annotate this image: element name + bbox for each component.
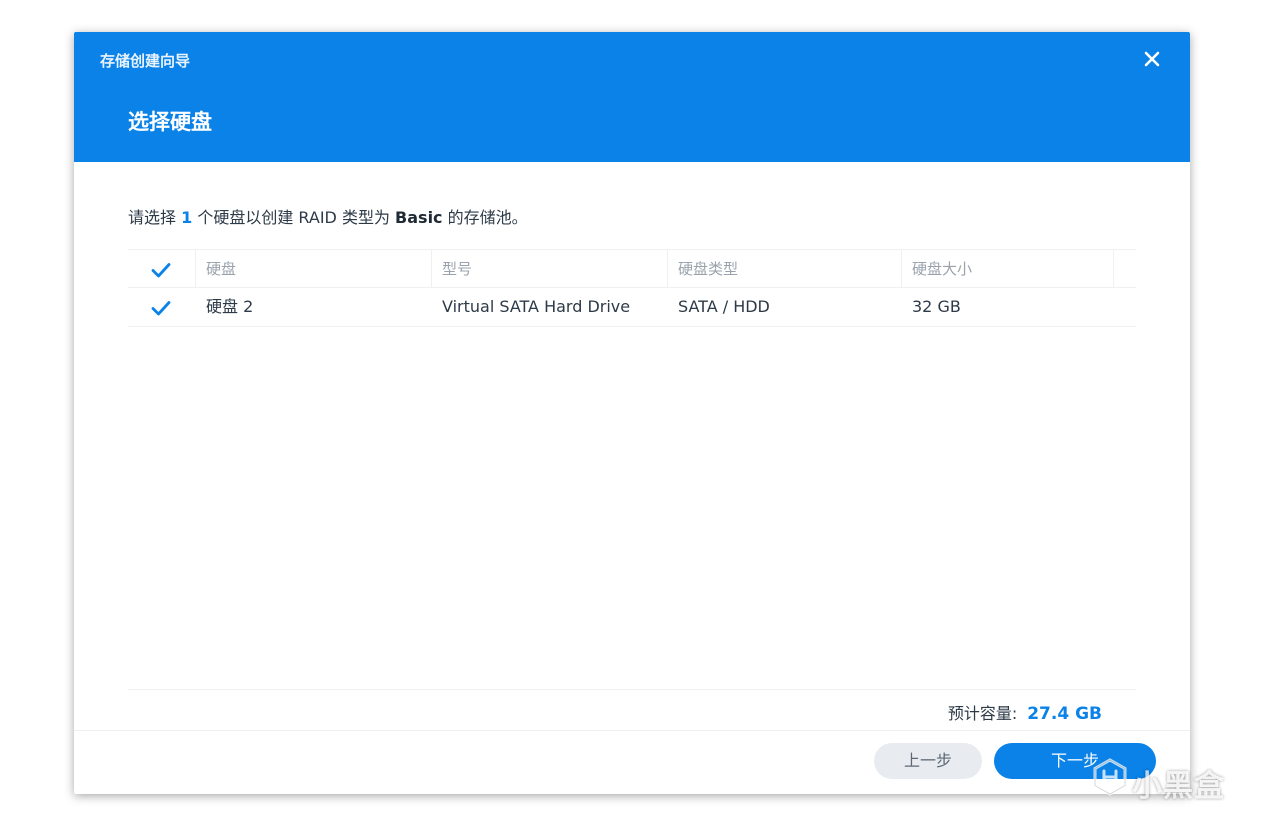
raid-type: Basic [395,208,443,227]
table-header-row: 硬盘 型号 硬盘类型 硬盘大小 [128,249,1136,288]
disk-count: 1 [181,208,193,227]
step-title: 选择硬盘 [128,110,212,134]
disk-name-cell: 硬盘 2 [206,297,254,316]
capacity-label: 预计容量: [947,704,1018,723]
column-header-size[interactable]: 硬盘大小 [902,250,1114,288]
column-header-type[interactable]: 硬盘类型 [668,250,902,288]
dialog-header: 存储创建向导 选择硬盘 [74,32,1190,162]
estimated-capacity: 预计容量: 27.4 GB [948,700,1102,724]
watermark-text: 小黑盒 [1132,769,1225,804]
button-bar-divider [74,730,1190,731]
close-button[interactable] [1142,49,1162,69]
checkmark-icon [151,301,171,316]
row-select-cell [128,288,196,326]
disk-type-cell: SATA / HDD [678,297,770,316]
close-icon [1144,51,1160,67]
wizard-title: 存储创建向导 [100,52,191,70]
table-row[interactable]: 硬盘 2 Virtual SATA Hard Drive SATA / HDD … [128,288,1136,327]
heybox-logo-icon [1093,758,1127,796]
row-checkbox[interactable] [150,297,172,319]
capacity-value: 27.4 GB [1027,704,1102,724]
column-header-model[interactable]: 型号 [432,250,668,288]
instruction-suffix: 的存储池。 [442,208,528,227]
header-select-cell [128,250,196,288]
instruction-text: 请选择 1 个硬盘以创建 RAID 类型为 Basic 的存储池。 [128,204,528,228]
disk-model-cell: Virtual SATA Hard Drive [442,297,631,316]
instruction-middle: 个硬盘以创建 RAID 类型为 [192,208,396,227]
disk-table: 硬盘 型号 硬盘类型 硬盘大小 硬盘 2 Virtual SATA Hard D… [128,249,1136,327]
storage-wizard-dialog: 存储创建向导 选择硬盘 请选择 1 个硬盘以创建 RAID 类型为 Basic … [74,32,1190,794]
footer-divider [128,689,1136,690]
select-all-checkbox[interactable] [150,259,172,281]
disk-size-cell: 32 GB [912,297,961,316]
column-header-disk[interactable]: 硬盘 [196,250,432,288]
back-button[interactable]: 上一步 [874,743,982,779]
watermark: 小黑盒 [1090,757,1250,804]
instruction-prefix: 请选择 [128,208,182,227]
checkmark-icon [151,263,171,278]
